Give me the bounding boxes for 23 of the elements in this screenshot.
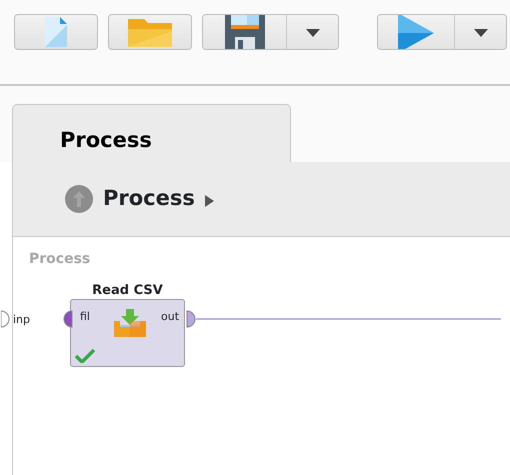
breadcrumb-link[interactable]: Process <box>103 183 195 215</box>
play-icon <box>398 15 434 49</box>
port-label: fil <box>80 309 90 325</box>
file-icon <box>45 17 67 47</box>
port-icon[interactable] <box>186 310 196 328</box>
port-icon[interactable] <box>64 310 72 328</box>
open-button[interactable] <box>108 14 192 50</box>
triangle-icon[interactable] <box>204 195 214 207</box>
port-label: out <box>161 309 180 325</box>
split-button[interactable] <box>202 14 339 50</box>
port-label: inp <box>13 312 30 328</box>
save-button[interactable] <box>203 15 286 49</box>
port-icon[interactable] <box>1 310 10 328</box>
caret-icon <box>306 29 320 37</box>
tab[interactable]: Process <box>12 104 291 162</box>
dropdown-button[interactable] <box>286 15 338 49</box>
operator-title: Read CSV <box>91 282 164 300</box>
caret-icon <box>474 29 488 37</box>
inbox-download-icon <box>114 309 146 337</box>
folder-icon <box>128 17 172 47</box>
canvas-title: Process <box>29 250 90 269</box>
dropdown-button[interactable] <box>454 15 506 49</box>
operator-node[interactable] <box>70 299 185 367</box>
